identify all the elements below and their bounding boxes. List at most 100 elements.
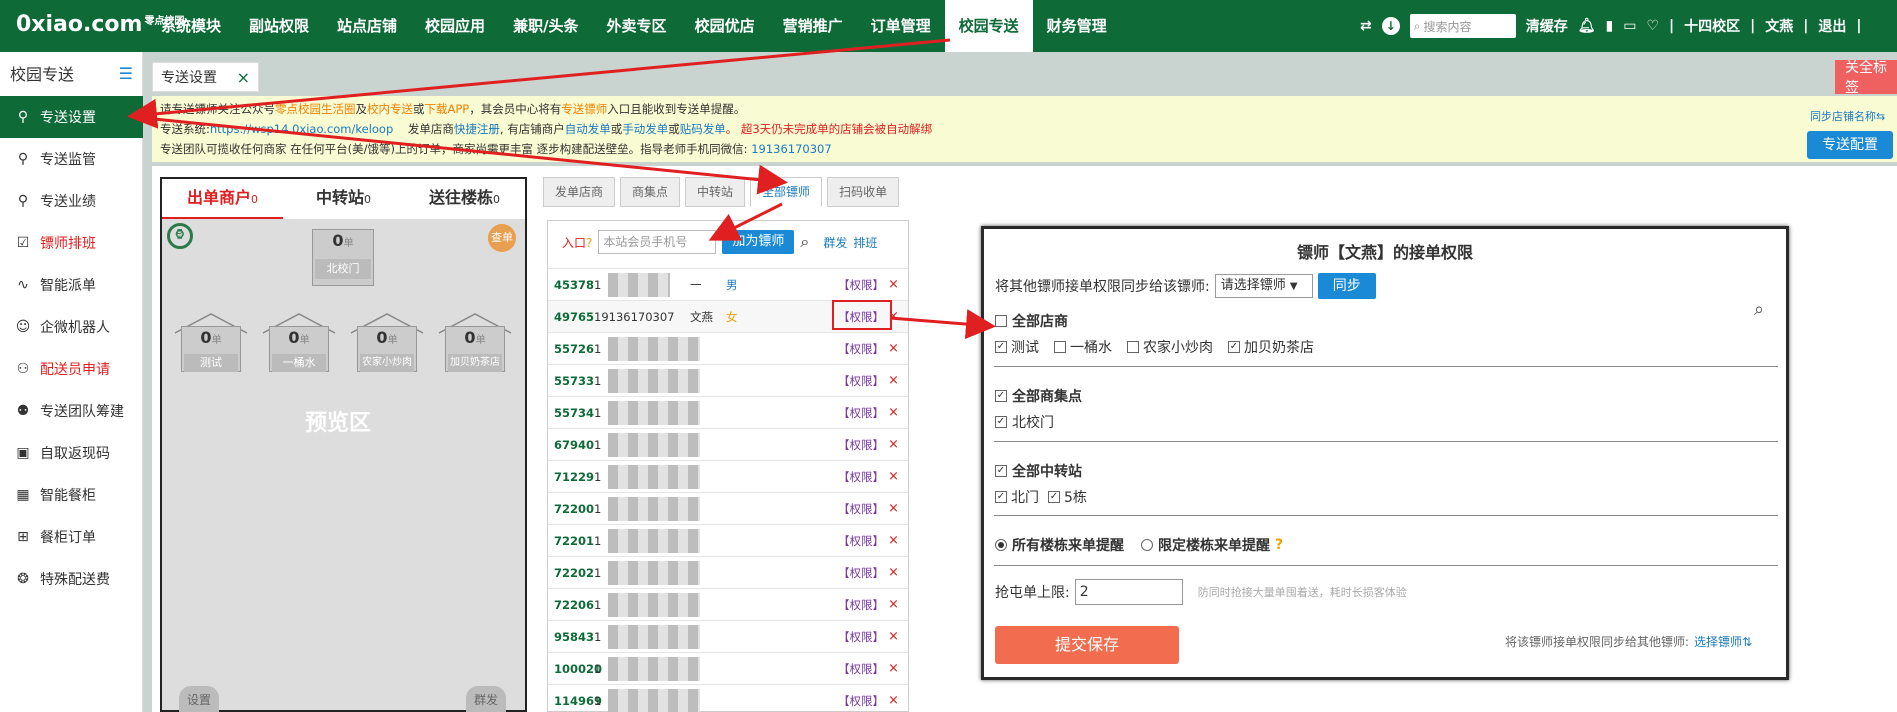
house-shop-4[interactable]: 0单 加贝奶茶店 [437, 312, 513, 372]
sidebar-item-delivery-settings[interactable]: ⚲ 专送设置 [0, 96, 143, 138]
chat-icon[interactable]: ▭ [1623, 18, 1636, 34]
nav-takeout-zone[interactable]: 外卖专区 [593, 0, 681, 52]
all-transit-checkbox[interactable]: ✓ 全部中转站 [995, 461, 1082, 481]
tab-delivery-settings[interactable]: 专送设置 × [152, 62, 259, 92]
shop-checkbox-stirfry[interactable]: 农家小炒肉 [1127, 337, 1213, 357]
heart-icon[interactable]: ♡ [1646, 18, 1659, 34]
permission-link[interactable]: 【权限】 [838, 469, 884, 485]
table-row[interactable]: 55726 1 【权限】 × [548, 332, 908, 364]
link-wechat-account[interactable]: 零点校园生活圈 [275, 102, 356, 116]
table-row[interactable]: 72200 1 【权限】 × [548, 492, 908, 524]
search-icon[interactable]: ⌕ [800, 232, 809, 252]
table-row[interactable]: 72206 1 【权限】 × [548, 588, 908, 620]
permission-link[interactable]: 【权限】 [838, 437, 884, 453]
nav-campus-shops[interactable]: 校园优店 [681, 0, 769, 52]
add-courier-button[interactable]: 加为镖师 [722, 230, 795, 254]
submit-save-button[interactable]: 提交保存 [995, 626, 1179, 664]
permission-link[interactable]: 【权限】 [838, 405, 884, 421]
bell-icon[interactable]: 🔔︎ [1578, 18, 1596, 34]
house-shop-1[interactable]: 0单 测试 [173, 312, 249, 372]
table-row[interactable]: 114969 1 【权限】 × [548, 684, 908, 712]
sidebar-item-smart-cabinet[interactable]: ▦ 智能餐柜 [0, 474, 143, 516]
sync-button[interactable]: 同步 [1317, 273, 1376, 299]
permission-link[interactable]: 【权限】 [838, 277, 884, 293]
delete-icon[interactable]: × [888, 437, 899, 452]
permission-link[interactable]: 【权限】 [838, 597, 884, 613]
pickup-point-box[interactable]: 0单 北校门 [312, 229, 374, 286]
permission-link[interactable]: 【权限】 [838, 565, 884, 581]
nav-campus-apps[interactable]: 校园应用 [411, 0, 499, 52]
permission-link[interactable]: 【权限】 [838, 661, 884, 677]
permission-link[interactable]: 【权限】 [838, 501, 884, 517]
table-row[interactable]: 71229 1 【权限】 × [548, 460, 908, 492]
search-icon[interactable]: ⌕ [1754, 299, 1764, 320]
subtab-transit-stations[interactable]: 中转站 [685, 177, 746, 207]
sidebar-item-smart-dispatch[interactable]: ∿ 智能派单 [0, 264, 143, 306]
radio-limited-buildings[interactable]: 限定楼栋来单提醒 [1141, 535, 1270, 555]
select-courier-link[interactable]: 选择镖师⇅ [1694, 633, 1752, 650]
delete-icon[interactable]: × [888, 469, 899, 484]
table-row[interactable]: 72202 1 【权限】 × [548, 556, 908, 588]
delete-icon[interactable]: × [888, 341, 899, 356]
subtab-scan-orders[interactable]: 扫码收单 [827, 177, 900, 207]
tab-destination-buildings[interactable]: 送往楼栋0 [404, 179, 525, 219]
courier-select[interactable]: 请选择镖师 ▼ [1214, 274, 1313, 298]
sidebar-item-delivery-performance[interactable]: ⚲ 专送业绩 [0, 180, 143, 222]
transit-checkbox-north[interactable]: ✓ 北门 [995, 487, 1039, 507]
point-checkbox-north-gate[interactable]: ✓ 北校门 [995, 412, 1054, 432]
book-icon[interactable]: ▮ [1606, 18, 1614, 34]
delivery-config-button[interactable]: 专送配置 [1807, 131, 1893, 159]
table-row[interactable]: 55734 1 【权限】 × [548, 396, 908, 428]
permission-link[interactable]: 【权限】 [838, 629, 884, 645]
nav-finance[interactable]: 财务管理 [1033, 0, 1121, 52]
sidebar-item-delivery-monitor[interactable]: ⚲ 专送监管 [0, 138, 143, 180]
member-phone-input[interactable]: 本站会员手机号 [598, 230, 717, 254]
logout-link[interactable]: 退出 [1818, 16, 1846, 36]
delete-icon[interactable]: × [888, 277, 899, 292]
table-row[interactable]: 67940 1 【权限】 × [548, 428, 908, 460]
shop-checkbox-water[interactable]: 一桶水 [1054, 337, 1112, 357]
sidebar-item-team-building[interactable]: ⚉ 专送团队筹建 [0, 390, 143, 432]
help-icon[interactable]: ? [1275, 537, 1283, 553]
swap-icon[interactable]: ⇄ [1360, 18, 1372, 34]
sync-shop-name-link[interactable]: 同步店铺名称⇆ [1810, 108, 1885, 124]
settings-button[interactable]: 设置 [179, 686, 219, 712]
permission-link[interactable]: 【权限】 [838, 341, 884, 357]
delete-icon[interactable]: × [888, 373, 899, 388]
user-name[interactable]: 文燕 [1765, 16, 1793, 36]
delete-icon[interactable]: × [888, 501, 899, 516]
permission-link[interactable]: 【权限】 [838, 533, 884, 549]
sidebar-item-pickup-cashback[interactable]: ▣ 自取返现码 [0, 432, 143, 474]
clear-cache-button[interactable]: 清缓存 [1526, 16, 1568, 36]
tab-dispatch-merchants[interactable]: 出单商户0 [162, 179, 283, 219]
nav-station-shops[interactable]: 站点店铺 [323, 0, 411, 52]
nav-marketing[interactable]: 营销推广 [769, 0, 857, 52]
table-row[interactable]: 45378 1 一男【权限】 × [548, 268, 908, 300]
link-code-dispatch[interactable]: 贴码发单 [680, 122, 726, 136]
entry-link[interactable]: 入口? [562, 234, 592, 251]
table-row[interactable]: 72201 1 【权限】 × [548, 524, 908, 556]
sidebar-item-courier-application[interactable]: ⚇ 配送员申请 [0, 348, 143, 390]
subtab-merchant-points[interactable]: 商集点 [620, 177, 681, 207]
delete-icon[interactable]: × [888, 565, 899, 580]
campus-switch[interactable]: 十四校区 [1684, 16, 1740, 36]
transit-checkbox-building5[interactable]: ✓ 5栋 [1048, 487, 1087, 507]
sidebar-item-courier-schedule[interactable]: ☑ 镖师排班 [0, 222, 143, 264]
shop-checkbox-milktea[interactable]: ✓ 加贝奶茶店 [1228, 337, 1314, 357]
collapse-menu-icon[interactable]: ☰ [119, 64, 133, 83]
table-row[interactable]: 95843 1 【权限】 × [548, 620, 908, 652]
nav-substation-permissions[interactable]: 副站权限 [235, 0, 323, 52]
clock-icon[interactable]: ⌚︎ [167, 223, 193, 249]
nav-order-management[interactable]: 订单管理 [857, 0, 945, 52]
close-icon[interactable]: × [237, 68, 250, 87]
link-campus-delivery[interactable]: 校内专送 [367, 102, 413, 116]
shop-checkbox-test[interactable]: ✓ 测试 [995, 337, 1039, 357]
subtab-all-couriers[interactable]: 全部镖师 [750, 177, 823, 207]
link-delivery-system[interactable]: https://wsp14.0xiao.com/keloop [210, 122, 393, 136]
nav-campus-delivery[interactable]: 校园专送 [944, 0, 1033, 52]
link-download-app[interactable]: 下载APP [425, 102, 470, 116]
delete-icon[interactable]: × [888, 533, 899, 548]
delete-icon[interactable]: × [888, 661, 899, 676]
tab-transit-station[interactable]: 中转站0 [283, 179, 404, 219]
delete-icon[interactable]: × [888, 629, 899, 644]
